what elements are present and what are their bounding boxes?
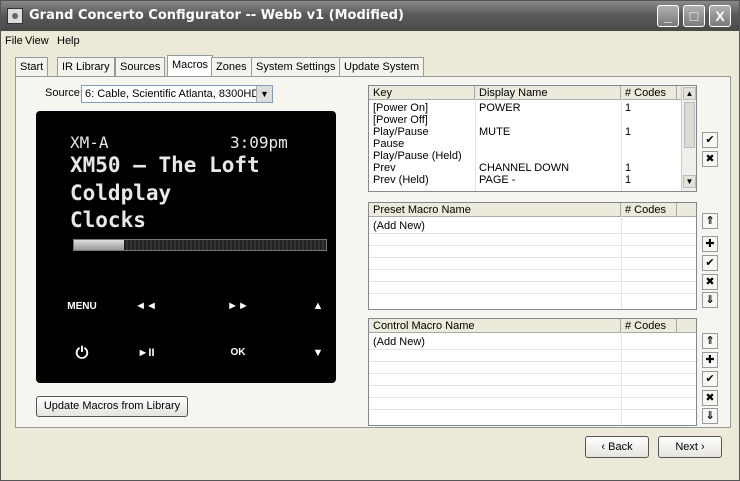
chevron-down-icon[interactable]: ▼ <box>256 86 272 102</box>
move-down-control-button[interactable]: ⇓ <box>702 408 718 424</box>
scroll-down-icon[interactable]: ▼ <box>683 175 696 188</box>
move-down-preset-button[interactable]: ⇓ <box>702 292 718 308</box>
table-row[interactable]: Pause <box>369 138 696 150</box>
key-column-header[interactable]: Key <box>369 86 475 100</box>
table-row[interactable]: Prev CHANNEL DOWN 1 <box>369 162 696 174</box>
move-up-preset-button[interactable]: ⇑ <box>702 213 718 229</box>
remote-station: XM-A <box>70 133 109 152</box>
control-macro-table[interactable]: Control Macro Name # Codes (Add New) <box>368 318 697 426</box>
tab-sources[interactable]: Sources <box>115 57 166 76</box>
table-row[interactable]: [Power On] POWER 1 <box>369 102 696 114</box>
remote-preview: XM-A 3:09pm XM50 — The Loft Coldplay Clo… <box>36 111 336 383</box>
menu-view[interactable]: View <box>25 35 49 47</box>
key-cell: Play/Pause <box>373 126 429 138</box>
preset-table-header: Preset Macro Name # Codes <box>369 203 696 217</box>
table-row[interactable]: [Power Off] <box>369 114 696 126</box>
table-row[interactable]: Play/Pause (Held) <box>369 150 696 162</box>
tab-ir-library[interactable]: IR Library <box>57 57 115 76</box>
control-name-column-header[interactable]: Control Macro Name <box>369 319 621 333</box>
control-codes-column-header[interactable]: # Codes <box>621 319 677 333</box>
codes-cell: 1 <box>625 126 632 138</box>
key-cell: [Power On] <box>373 102 429 114</box>
tab-update-system[interactable]: Update System <box>339 57 425 76</box>
key-table-scrollbar[interactable]: ▲ ▼ <box>681 86 696 191</box>
play-pause-icon[interactable]: ►II <box>126 347 166 359</box>
table-row[interactable]: (Add New) <box>369 220 696 232</box>
next-button[interactable]: Next › <box>658 436 722 458</box>
ok-button[interactable]: OK <box>218 347 258 358</box>
control-table-header: Control Macro Name # Codes <box>369 319 696 333</box>
tab-system-settings[interactable]: System Settings <box>251 57 341 76</box>
menu-bar: File View Help <box>1 32 739 51</box>
tab-zones[interactable]: Zones <box>211 57 252 76</box>
remote-progress-fill <box>74 240 125 250</box>
minimize-button[interactable]: _ <box>657 5 679 27</box>
rewind-icon[interactable]: ◄◄ <box>126 300 166 312</box>
remote-channel: XM50 — The Loft <box>70 153 260 177</box>
add-control-button[interactable]: ✚ <box>702 352 718 368</box>
display-name-cell: MUTE <box>479 126 511 138</box>
accept-preset-button[interactable]: ✔ <box>702 255 718 271</box>
display-name-column-header[interactable]: Display Name <box>475 86 621 100</box>
add-preset-button[interactable]: ✚ <box>702 236 718 252</box>
accept-key-button[interactable]: ✔ <box>702 132 718 148</box>
codes-column-header[interactable]: # Codes <box>621 86 677 100</box>
app-icon <box>7 8 23 24</box>
remote-time: 3:09pm <box>230 133 288 152</box>
key-cell: Play/Pause (Held) <box>373 150 462 162</box>
display-name-cell: POWER <box>479 102 521 114</box>
table-row[interactable]: (Add New) <box>369 336 696 348</box>
power-icon[interactable]: ⏻ <box>62 345 102 363</box>
app-window: Grand Concerto Configurator -- Webb v1 (… <box>0 0 740 481</box>
table-row[interactable]: Play/Pause MUTE 1 <box>369 126 696 138</box>
key-cell: [Power Off] <box>373 114 428 126</box>
key-cell: Prev (Held) <box>373 174 429 186</box>
preset-codes-column-header[interactable]: # Codes <box>621 203 677 217</box>
preset-macro-table[interactable]: Preset Macro Name # Codes (Add New) <box>368 202 697 310</box>
back-button[interactable]: ‹ Back <box>585 436 649 458</box>
maximize-button[interactable]: □ <box>683 5 705 27</box>
cancel-key-button[interactable]: ✖ <box>702 151 718 167</box>
arrow-down-icon[interactable]: ▼ <box>298 347 338 359</box>
menu-button[interactable]: MENU <box>62 301 102 312</box>
preset-name-column-header[interactable]: Preset Macro Name <box>369 203 621 217</box>
menu-help[interactable]: Help <box>57 35 80 47</box>
title-bar[interactable]: Grand Concerto Configurator -- Webb v1 (… <box>1 1 739 31</box>
remote-artist: Coldplay <box>70 181 172 205</box>
preset-name-cell: (Add New) <box>373 220 425 232</box>
window-title: Grand Concerto Configurator -- Webb v1 (… <box>29 8 404 23</box>
source-select[interactable]: 6: Cable, Scientific Atlanta, 8300HD ▼ <box>81 85 273 103</box>
delete-control-button[interactable]: ✖ <box>702 390 718 406</box>
codes-cell: 1 <box>625 174 632 186</box>
arrow-up-icon[interactable]: ▲ <box>298 300 338 312</box>
tab-start[interactable]: Start <box>15 57 49 76</box>
source-select-value: 6: Cable, Scientific Atlanta, 8300HD <box>85 88 260 100</box>
key-table[interactable]: Key Display Name # Codes [Power On] POWE… <box>368 85 697 192</box>
key-cell: Pause <box>373 138 405 150</box>
delete-preset-button[interactable]: ✖ <box>702 274 718 290</box>
remote-song: Clocks <box>70 208 146 232</box>
move-up-control-button[interactable]: ⇑ <box>702 333 718 349</box>
tab-macros[interactable]: Macros <box>167 55 214 76</box>
codes-cell: 1 <box>625 102 632 114</box>
remote-progress-bar <box>73 239 327 251</box>
scroll-up-icon[interactable]: ▲ <box>683 87 696 100</box>
display-name-cell: PAGE - <box>479 174 516 186</box>
source-label: Source: <box>45 87 83 99</box>
menu-file[interactable]: File <box>5 35 23 47</box>
table-row[interactable]: Prev (Held) PAGE - 1 <box>369 174 696 186</box>
codes-cell: 1 <box>625 162 632 174</box>
display-name-cell: CHANNEL DOWN <box>479 162 570 174</box>
fast-forward-icon[interactable]: ►► <box>218 300 258 312</box>
control-name-cell: (Add New) <box>373 336 425 348</box>
scroll-thumb[interactable] <box>684 102 695 148</box>
accept-control-button[interactable]: ✔ <box>702 371 718 387</box>
key-cell: Prev <box>373 162 396 174</box>
close-button[interactable]: X <box>709 5 731 27</box>
update-macros-button[interactable]: Update Macros from Library <box>36 396 188 417</box>
key-table-header: Key Display Name # Codes <box>369 86 696 100</box>
